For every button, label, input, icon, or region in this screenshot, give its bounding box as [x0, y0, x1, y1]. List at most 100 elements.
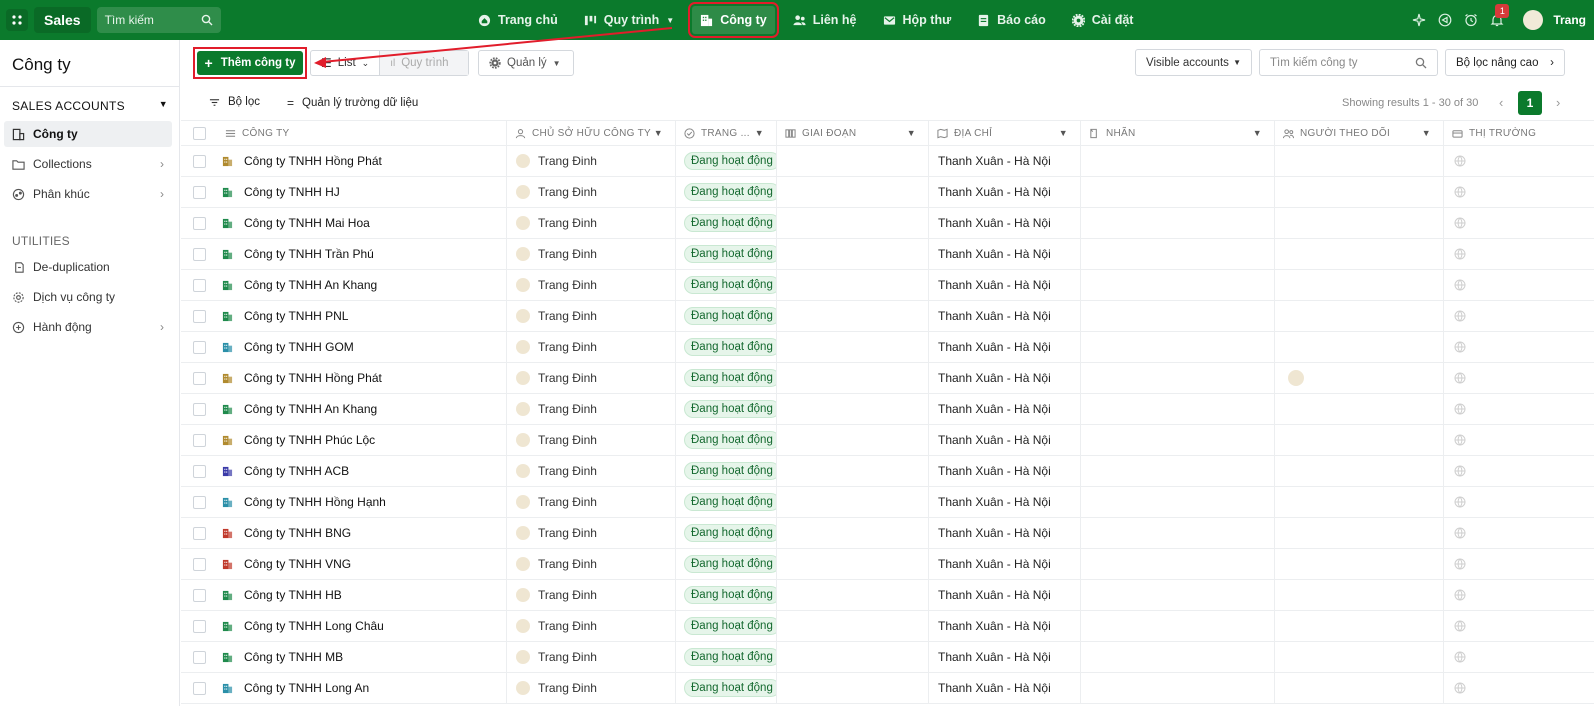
apps-grid-icon[interactable]	[6, 9, 28, 31]
market-cell[interactable]	[1444, 518, 1594, 548]
prev-page-icon[interactable]: ‹	[1499, 95, 1503, 110]
filter-button[interactable]: Bộ lọc	[209, 96, 260, 108]
stage-cell[interactable]	[777, 580, 929, 610]
company-search-input[interactable]: Tìm kiếm công ty	[1259, 49, 1438, 76]
market-cell[interactable]	[1444, 177, 1594, 207]
select-all-checkbox[interactable]	[192, 126, 206, 140]
followers-cell[interactable]	[1275, 177, 1444, 207]
stage-cell[interactable]	[777, 642, 929, 672]
bell-icon[interactable]: 1	[1489, 4, 1510, 28]
nav-contacts[interactable]: Liên hệ	[785, 6, 865, 34]
next-page-icon[interactable]: ›	[1556, 95, 1560, 110]
company-cell[interactable]: Công ty TNHH MB	[217, 642, 507, 672]
row-checkbox[interactable]	[192, 650, 206, 664]
followers-cell[interactable]	[1275, 146, 1444, 176]
table-row[interactable]: Công ty TNHH ACB Trang Đinh Đang hoạt độ…	[181, 456, 1594, 487]
brand-label[interactable]: Sales	[34, 7, 91, 33]
nav-home[interactable]: Trang chủ	[470, 6, 566, 34]
table-row[interactable]: Công ty TNHH Phúc Lộc Trang Đinh Đang ho…	[181, 425, 1594, 456]
market-cell[interactable]	[1444, 611, 1594, 641]
tags-cell[interactable]	[1081, 394, 1275, 424]
row-checkbox[interactable]	[192, 247, 206, 261]
company-name[interactable]: Công ty TNHH PNL	[244, 309, 348, 323]
company-cell[interactable]: Công ty TNHH Mai Hoa	[217, 208, 507, 238]
tags-cell[interactable]	[1081, 487, 1275, 517]
tags-cell[interactable]	[1081, 642, 1275, 672]
tags-cell[interactable]	[1081, 549, 1275, 579]
company-cell[interactable]: Công ty TNHH PNL	[217, 301, 507, 331]
market-cell[interactable]	[1444, 642, 1594, 672]
company-name[interactable]: Công ty TNHH Hồng Phát	[244, 154, 382, 168]
row-checkbox[interactable]	[192, 557, 206, 571]
market-cell[interactable]	[1444, 301, 1594, 331]
column-market[interactable]: THỊ TRƯỜNG	[1444, 121, 1594, 145]
global-search[interactable]: Tìm kiếm	[96, 7, 221, 33]
column-address[interactable]: ĐỊA CHỈ ▼	[929, 121, 1081, 145]
manage-button[interactable]: Quản lý ▼	[478, 50, 574, 76]
tags-cell[interactable]	[1081, 611, 1275, 641]
table-row[interactable]: Công ty TNHH PNL Trang Đinh Đang hoạt độ…	[181, 301, 1594, 332]
row-checkbox[interactable]	[192, 309, 206, 323]
stage-cell[interactable]	[777, 208, 929, 238]
company-name[interactable]: Công ty TNHH An Khang	[244, 278, 377, 292]
row-checkbox[interactable]	[192, 340, 206, 354]
row-checkbox[interactable]	[192, 433, 206, 447]
send-icon[interactable]	[1437, 12, 1453, 28]
tags-cell[interactable]	[1081, 673, 1275, 703]
tags-cell[interactable]	[1081, 363, 1275, 393]
followers-cell[interactable]	[1275, 394, 1444, 424]
followers-cell[interactable]	[1275, 301, 1444, 331]
followers-cell[interactable]	[1275, 549, 1444, 579]
company-cell[interactable]: Công ty TNHH Hồng Phát	[217, 363, 507, 393]
table-row[interactable]: Công ty TNHH BNG Trang Đinh Đang hoạt độ…	[181, 518, 1594, 549]
user-avatar[interactable]	[1523, 10, 1544, 30]
sidebar-item-company[interactable]: Công ty	[4, 121, 172, 147]
company-cell[interactable]: Công ty TNHH An Khang	[217, 270, 507, 300]
tags-cell[interactable]	[1081, 456, 1275, 486]
followers-cell[interactable]	[1275, 363, 1444, 393]
market-cell[interactable]	[1444, 580, 1594, 610]
table-row[interactable]: Công ty TNHH Mai Hoa Trang Đinh Đang hoạ…	[181, 208, 1594, 239]
nav-settings[interactable]: Cài đặt	[1064, 6, 1142, 34]
table-row[interactable]: Công ty TNHH Hồng Phát Trang Đinh Đang h…	[181, 363, 1594, 394]
market-cell[interactable]	[1444, 332, 1594, 362]
table-row[interactable]: Công ty TNHH An Khang Trang Đinh Đang ho…	[181, 394, 1594, 425]
market-cell[interactable]	[1444, 239, 1594, 269]
tags-cell[interactable]	[1081, 301, 1275, 331]
view-pipeline-button[interactable]: ıl Quy trình	[379, 51, 468, 75]
table-row[interactable]: Công ty TNHH Long An Trang Đinh Đang hoạ…	[181, 673, 1594, 704]
table-row[interactable]: Công ty TNHH HJ Trang Đinh Đang hoạt độn…	[181, 177, 1594, 208]
company-cell[interactable]: Công ty TNHH Hồng Phát	[217, 146, 507, 176]
row-checkbox[interactable]	[192, 216, 206, 230]
stage-cell[interactable]	[777, 394, 929, 424]
company-cell[interactable]: Công ty TNHH An Khang	[217, 394, 507, 424]
company-cell[interactable]: Công ty TNHH Long An	[217, 673, 507, 703]
sales-accounts-section[interactable]: SALES ACCOUNTS ▼	[12, 99, 168, 113]
table-row[interactable]: Công ty TNHH HB Trang Đinh Đang hoạt độn…	[181, 580, 1594, 611]
tags-cell[interactable]	[1081, 580, 1275, 610]
tags-cell[interactable]	[1081, 239, 1275, 269]
market-cell[interactable]	[1444, 673, 1594, 703]
row-checkbox[interactable]	[192, 681, 206, 695]
followers-cell[interactable]	[1275, 239, 1444, 269]
stage-cell[interactable]	[777, 239, 929, 269]
company-name[interactable]: Công ty TNHH VNG	[244, 557, 351, 571]
company-cell[interactable]: Công ty TNHH Trần Phú	[217, 239, 507, 269]
followers-cell[interactable]	[1275, 208, 1444, 238]
tags-cell[interactable]	[1081, 518, 1275, 548]
market-cell[interactable]	[1444, 456, 1594, 486]
market-cell[interactable]	[1444, 363, 1594, 393]
table-row[interactable]: Công ty TNHH GOM Trang Đinh Đang hoạt độ…	[181, 332, 1594, 363]
nav-mailbox[interactable]: Hộp thư	[875, 6, 960, 34]
table-row[interactable]: Công ty TNHH VNG Trang Đinh Đang hoạt độ…	[181, 549, 1594, 580]
followers-cell[interactable]	[1275, 487, 1444, 517]
company-cell[interactable]: Công ty TNHH HJ	[217, 177, 507, 207]
row-checkbox[interactable]	[192, 495, 206, 509]
company-name[interactable]: Công ty TNHH Mai Hoa	[244, 216, 370, 230]
column-stage[interactable]: GIAI ĐOẠN ▼	[777, 121, 929, 145]
current-page[interactable]: 1	[1518, 91, 1542, 115]
company-cell[interactable]: Công ty TNHH VNG	[217, 549, 507, 579]
company-cell[interactable]: Công ty TNHH Long Châu	[217, 611, 507, 641]
company-name[interactable]: Công ty TNHH ACB	[244, 464, 349, 478]
followers-cell[interactable]	[1275, 580, 1444, 610]
